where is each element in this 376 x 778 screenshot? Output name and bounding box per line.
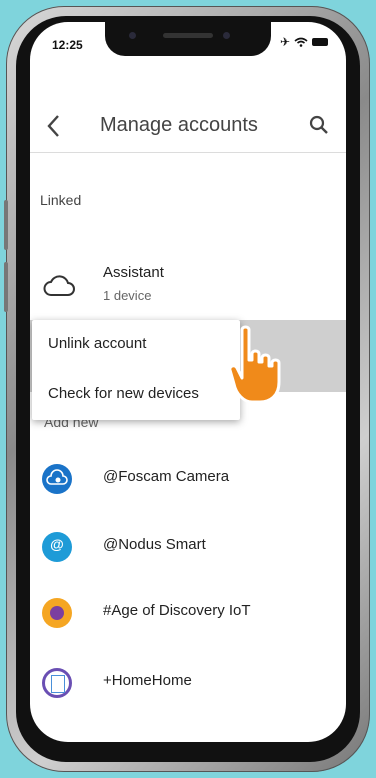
section-header-linked: Linked: [40, 192, 82, 208]
list-item-label: +HomeHome: [103, 672, 192, 689]
pointing-hand-icon: [228, 325, 281, 404]
nodus-at-icon: @: [42, 532, 72, 562]
age-of-discovery-icon: [42, 598, 72, 628]
battery-icon: [312, 38, 328, 46]
check-new-devices-menu-item[interactable]: Check for new devices: [48, 385, 199, 402]
list-item-label: @Nodus Smart: [103, 536, 206, 553]
volume-up-button: [4, 200, 8, 250]
app-bar: Manage accounts: [30, 100, 346, 153]
list-item-homehome[interactable]: +HomeHome: [30, 658, 346, 708]
account-name: Assistant: [103, 264, 164, 281]
cloud-icon: [43, 275, 75, 296]
list-item-foscam-camera[interactable]: @Foscam Camera: [30, 454, 346, 504]
list-item-label: @Foscam Camera: [103, 468, 230, 485]
account-subtitle: 1 device: [103, 288, 152, 303]
airplane-icon: ✈: [279, 35, 290, 49]
linked-account-row[interactable]: Assistant 1 device: [30, 258, 346, 314]
status-time: 12:25: [52, 38, 83, 52]
unlink-account-menu-item[interactable]: Unlink account: [48, 335, 146, 352]
wifi-icon: [294, 37, 308, 47]
list-item-nodus-smart[interactable]: @ @Nodus Smart: [30, 522, 346, 572]
page-title: Manage accounts: [100, 114, 258, 136]
list-item-age-of-discovery[interactable]: #Age of Discovery IoT: [30, 588, 346, 638]
volume-down-button: [4, 262, 8, 312]
search-icon[interactable]: [308, 114, 330, 136]
context-menu: Unlink account Check for new devices: [32, 320, 240, 420]
list-item-label: #Age of Discovery IoT: [103, 602, 251, 619]
foscam-cloud-icon: [42, 464, 72, 494]
phone-screen: 12:25 ✈ Manage accounts Linked Assistant…: [30, 22, 346, 742]
notch: [105, 22, 271, 56]
back-icon[interactable]: [44, 112, 64, 140]
status-icons: ✈: [280, 35, 328, 49]
homehome-icon: [42, 668, 72, 698]
